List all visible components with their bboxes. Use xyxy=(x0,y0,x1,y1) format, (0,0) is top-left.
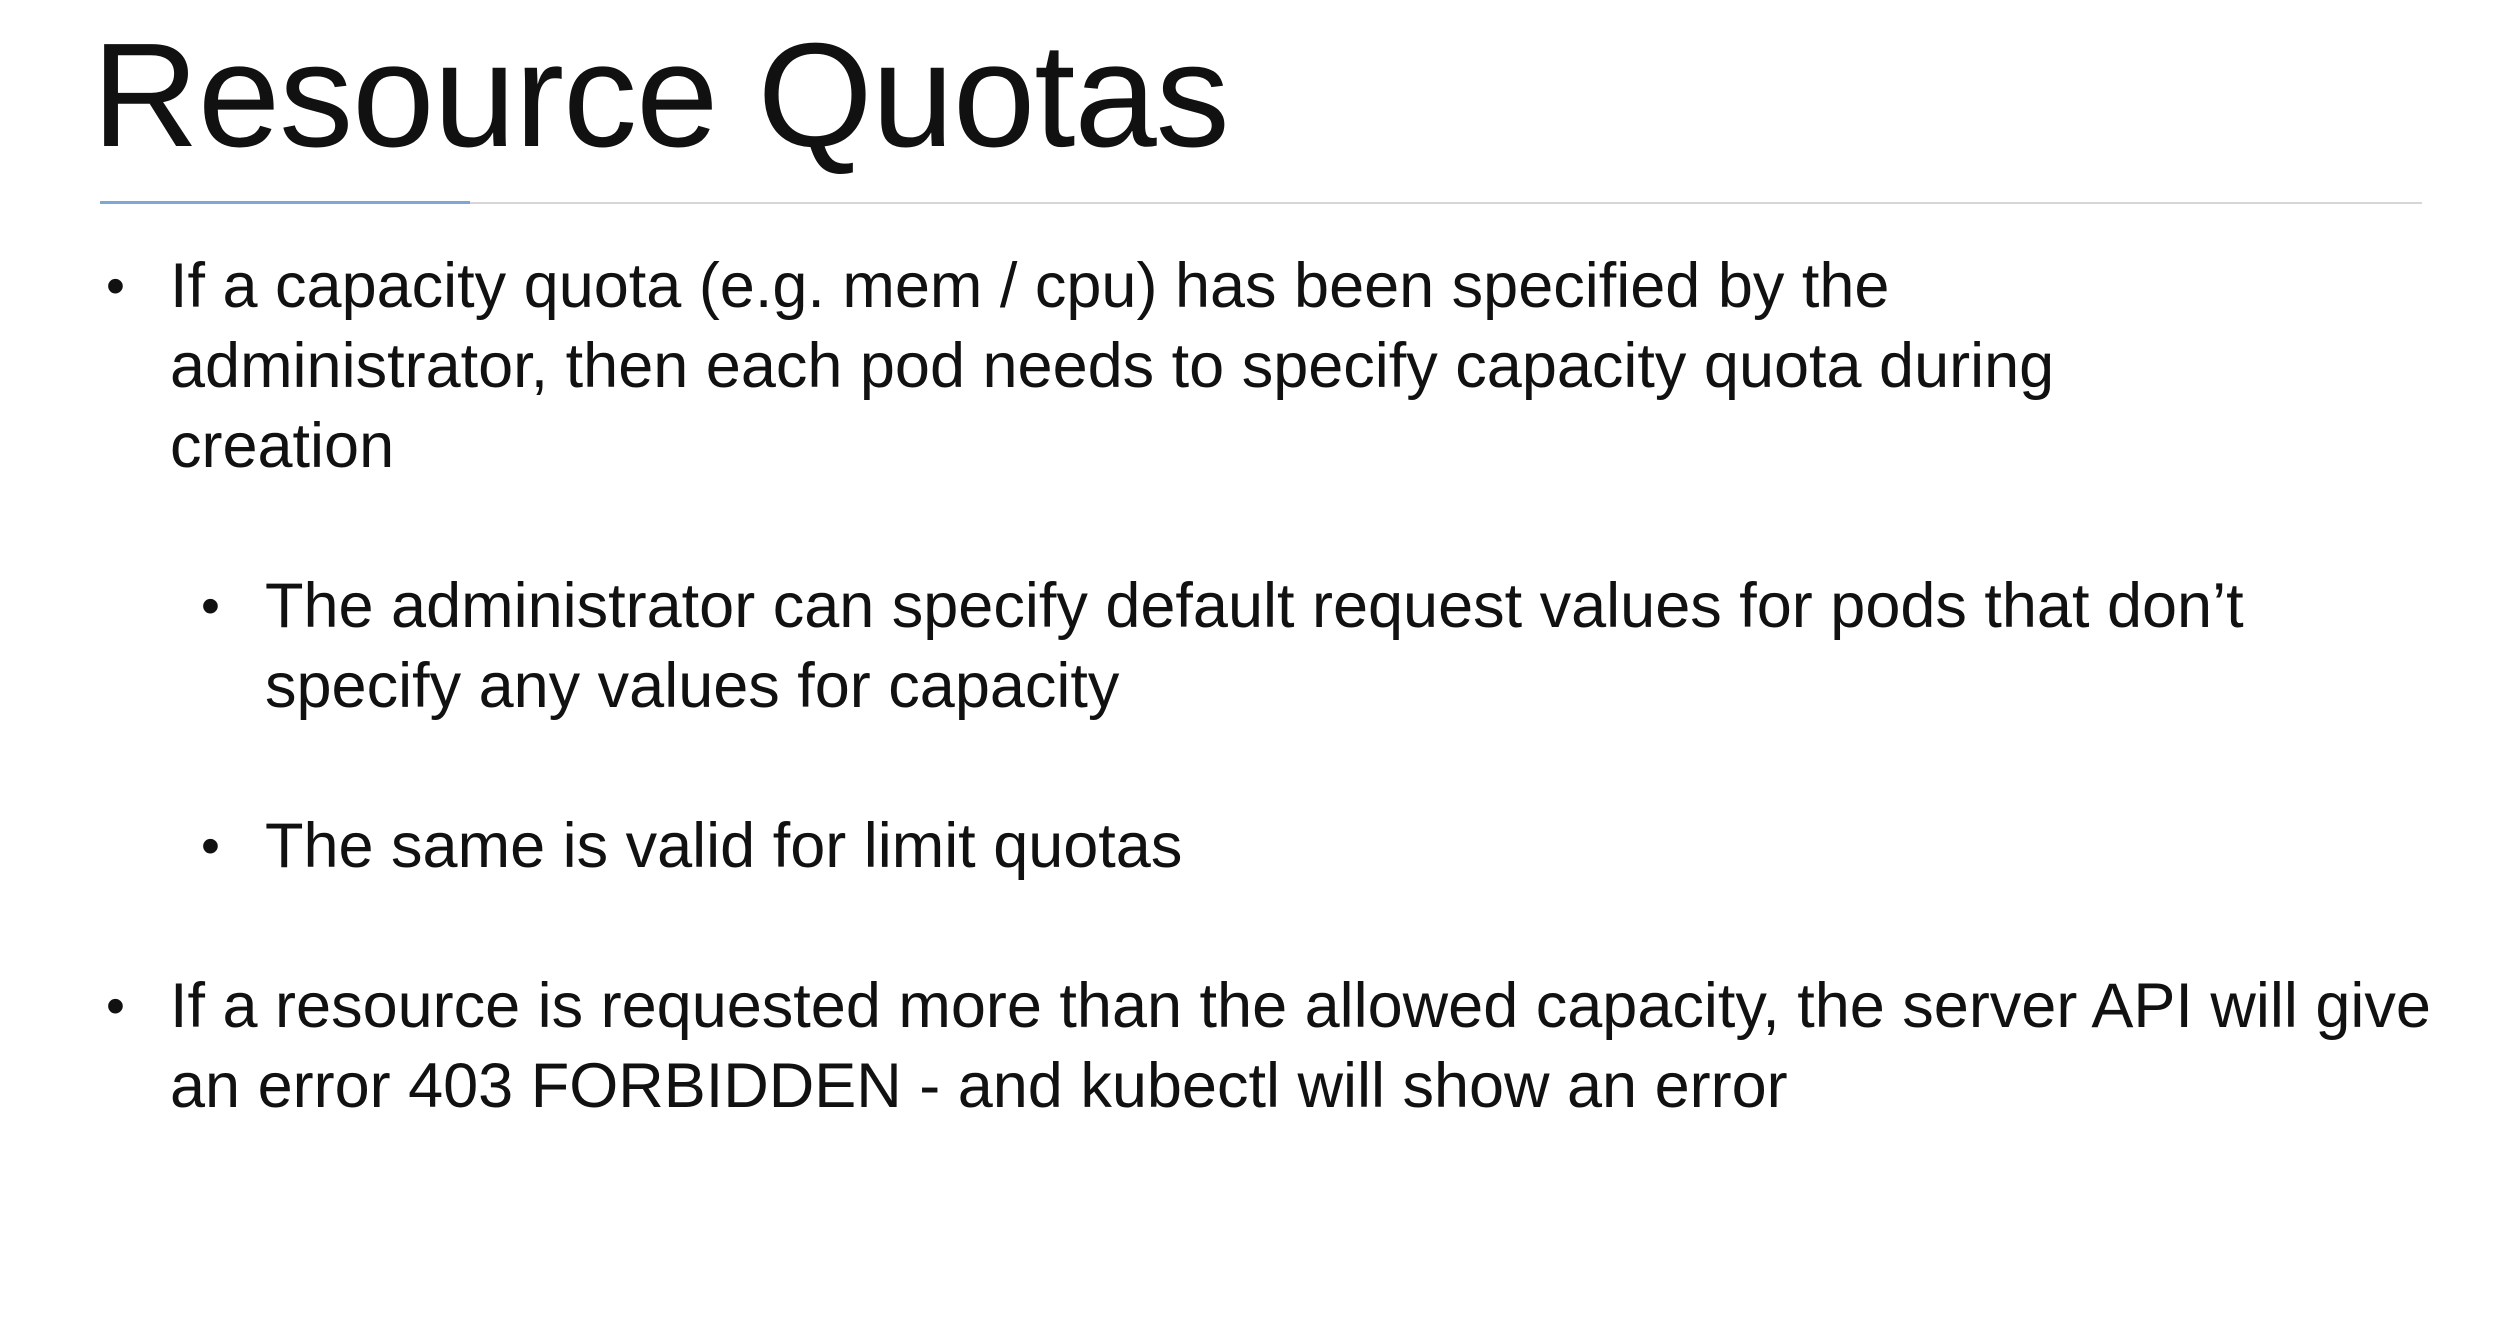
bullet-icon: • xyxy=(201,816,220,876)
bullet-text: If a resource is requested more than the… xyxy=(170,971,2431,1121)
sub-bullet-item-2: • The same is valid for limit quotas xyxy=(201,806,2265,886)
bullet-text: If a capacity quota (e.g. mem / cpu) has… xyxy=(170,251,2055,481)
slide: Resource Quotas • If a capacity quota (e… xyxy=(0,0,2504,1330)
sub-bullet-item-1: • The administrator can specify default … xyxy=(201,566,2425,726)
title-divider-accent xyxy=(100,201,470,204)
slide-title: Resource Quotas xyxy=(92,13,1230,178)
bullet-icon: • xyxy=(201,576,220,636)
bullet-item-2: • If a resource is requested more than t… xyxy=(106,966,2470,1126)
bullet-text: The same is valid for limit quotas xyxy=(265,811,1183,881)
title-divider xyxy=(100,201,2422,204)
bullet-text: The administrator can specify default re… xyxy=(265,571,2244,721)
bullet-item-1: • If a capacity quota (e.g. mem / cpu) h… xyxy=(106,246,2250,486)
bullet-icon: • xyxy=(106,976,125,1036)
bullet-icon: • xyxy=(106,256,125,316)
